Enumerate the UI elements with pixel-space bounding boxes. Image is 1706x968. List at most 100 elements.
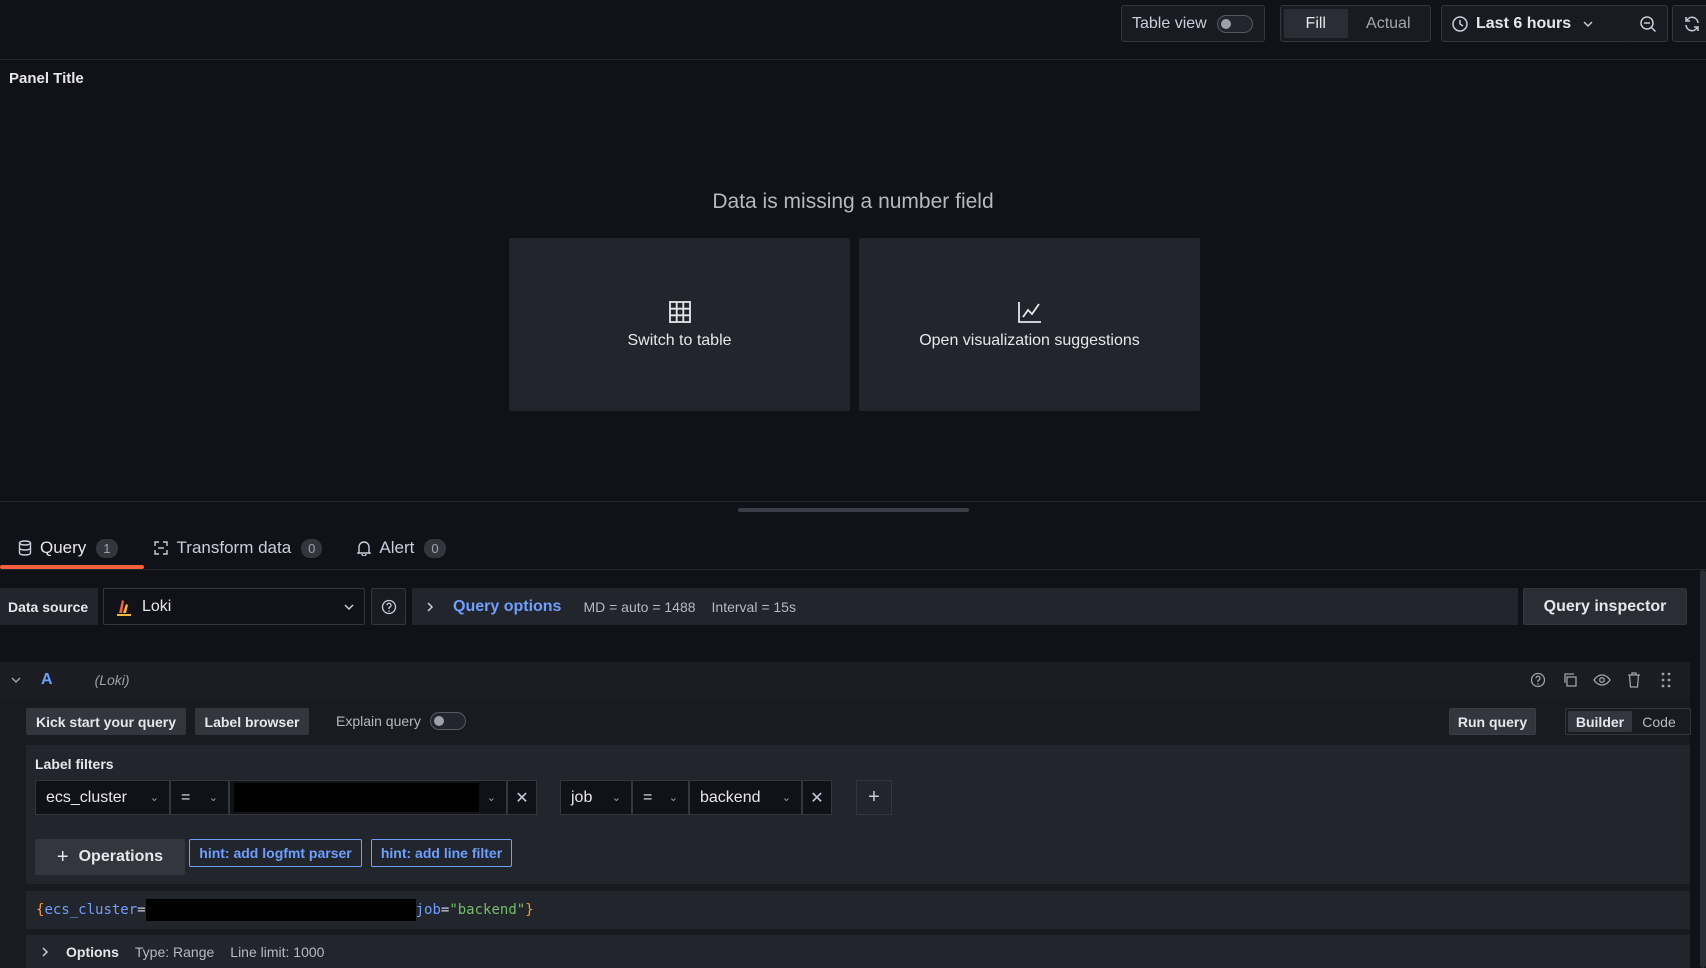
run-query-button[interactable]: Run query xyxy=(1449,708,1536,735)
data-source-select[interactable]: Loki xyxy=(103,588,365,625)
chevron-down-icon: ⌄ xyxy=(486,792,496,804)
help-icon[interactable] xyxy=(1528,670,1548,690)
missing-field-message: Data is missing a number field xyxy=(712,190,994,213)
visualization-suggestions-card[interactable]: Open visualization suggestions xyxy=(859,238,1200,411)
switch-to-table-card[interactable]: Switch to table xyxy=(509,238,850,411)
table-view-label: Table view xyxy=(1132,14,1207,32)
interval-value: Interval = 15s xyxy=(711,598,796,615)
raw-label-job: job xyxy=(415,902,441,918)
trash-icon[interactable] xyxy=(1624,670,1644,690)
panel-divider xyxy=(0,501,1706,502)
query-inspector-button[interactable]: Query inspector xyxy=(1523,588,1687,625)
data-source-label: Data source xyxy=(0,588,98,625)
query-row-header[interactable]: A (Loki) xyxy=(0,662,1690,698)
chevron-down-icon: ⌄ xyxy=(668,792,678,804)
table-icon xyxy=(668,300,691,323)
chevron-down-icon: ⌄ xyxy=(781,792,791,804)
data-source-help-button[interactable] xyxy=(371,588,406,625)
operations-label: Operations xyxy=(78,848,164,865)
table-view-toggle[interactable]: Table view xyxy=(1121,5,1265,42)
code-mode-button[interactable]: Code xyxy=(1632,711,1686,732)
fill-button[interactable]: Fill xyxy=(1284,9,1348,38)
tab-query[interactable]: Query 1 xyxy=(0,530,135,566)
kick-start-button[interactable]: Kick start your query xyxy=(26,708,186,735)
query-options-label: Query options xyxy=(453,597,562,615)
options-label: Options xyxy=(66,943,119,960)
bell-icon xyxy=(357,541,372,556)
time-range-picker[interactable]: Last 6 hours xyxy=(1441,5,1629,42)
chevron-down-icon: ⌄ xyxy=(611,792,621,804)
remove-filter-button[interactable]: ✕ xyxy=(802,780,832,815)
resize-handle[interactable] xyxy=(738,508,969,512)
editor-tabs: Query 1 Transform data 0 Alert 0 xyxy=(0,530,463,570)
filter-operator-select[interactable]: = ⌄ xyxy=(632,780,689,815)
tab-transform-data[interactable]: Transform data 0 xyxy=(135,530,340,566)
label-browser-button[interactable]: Label browser xyxy=(195,708,309,735)
tab-query-label: Query xyxy=(40,538,87,557)
line-chart-icon xyxy=(1017,301,1041,323)
label-filters-title: Label filters xyxy=(35,756,114,772)
operations-button[interactable]: + Operations xyxy=(35,839,185,875)
drag-handle-icon[interactable] xyxy=(1656,670,1676,690)
loki-logo-icon xyxy=(117,599,131,616)
raw-value-job: "backend" xyxy=(449,902,526,918)
hint-line-filter[interactable]: hint: add line filter xyxy=(371,839,512,867)
query-options-collapsed[interactable]: Options Type: Range Line limit: 1000 xyxy=(26,935,1690,968)
panel-title: Panel Title xyxy=(9,70,84,87)
explain-query-toggle[interactable]: Explain query xyxy=(336,712,466,730)
raw-operator: = xyxy=(440,902,450,918)
plus-icon: + xyxy=(56,845,69,868)
raw-redacted-value xyxy=(145,899,416,921)
tab-transform-count: 0 xyxy=(301,538,323,558)
chevron-down-icon: ⌄ xyxy=(208,792,218,804)
chevron-down-icon xyxy=(1583,20,1593,27)
raw-open-brace: { xyxy=(36,902,45,918)
query-options-bar[interactable]: Query options MD = auto = 1488 Interval … xyxy=(412,588,1518,625)
transform-icon xyxy=(153,541,168,555)
builder-mode-button[interactable]: Builder xyxy=(1568,711,1632,732)
tab-alert[interactable]: Alert 0 xyxy=(339,530,462,566)
zoom-out-button[interactable] xyxy=(1628,5,1668,42)
tabs-divider xyxy=(0,569,1706,570)
refresh-icon xyxy=(1685,16,1699,31)
zoom-out-icon xyxy=(1639,15,1656,32)
tab-query-count: 1 xyxy=(96,538,118,558)
filter-label-select[interactable]: ecs_cluster ⌄ xyxy=(35,780,170,815)
tab-alert-label: Alert xyxy=(379,538,415,557)
editor-scrollbar[interactable] xyxy=(1700,570,1706,968)
refresh-button[interactable] xyxy=(1672,5,1706,42)
actual-button[interactable]: Actual xyxy=(1350,9,1427,38)
explain-query-switch[interactable] xyxy=(429,712,466,730)
filter-value-select[interactable]: ⌄ xyxy=(229,780,507,815)
fill-actual-group: Fill Actual xyxy=(1280,5,1431,42)
tab-transform-label: Transform data xyxy=(176,538,292,557)
filter-value: backend xyxy=(700,788,761,806)
filter-operator-value: = xyxy=(181,788,191,806)
chevron-down-icon[interactable] xyxy=(11,675,21,685)
max-data-points: MD = auto = 1488 xyxy=(583,598,696,615)
chevron-right-icon xyxy=(427,601,434,612)
eye-icon[interactable] xyxy=(1592,670,1612,690)
hint-logfmt-parser[interactable]: hint: add logfmt parser xyxy=(189,839,362,867)
filter-label-value: job xyxy=(571,788,593,806)
filter-operator-select[interactable]: = ⌄ xyxy=(170,780,229,815)
table-view-switch[interactable] xyxy=(1216,14,1253,33)
add-filter-button[interactable]: + xyxy=(856,780,892,815)
query-ref-id[interactable]: A xyxy=(41,671,53,689)
options-type: Type: Range xyxy=(134,943,215,960)
redacted-value xyxy=(234,783,479,812)
filter-value-select[interactable]: backend ⌄ xyxy=(689,780,802,815)
time-range-label: Last 6 hours xyxy=(1476,14,1572,32)
options-line-limit: Line limit: 1000 xyxy=(230,943,325,960)
raw-label-ecs-cluster: ecs_cluster xyxy=(44,902,138,918)
duplicate-icon[interactable] xyxy=(1560,670,1580,690)
visualization-suggestions-label: Open visualization suggestions xyxy=(919,331,1140,349)
clock-icon xyxy=(1452,15,1468,32)
filter-label-select[interactable]: job ⌄ xyxy=(560,780,632,815)
database-icon xyxy=(18,540,32,556)
raw-query-preview: { ecs_cluster = job = "backend" } xyxy=(26,891,1690,929)
chevron-down-icon: ⌄ xyxy=(149,792,159,804)
editor-mode-toggle: Builder Code xyxy=(1565,708,1691,735)
raw-operator: = xyxy=(137,902,146,918)
remove-filter-button[interactable]: ✕ xyxy=(507,780,537,815)
